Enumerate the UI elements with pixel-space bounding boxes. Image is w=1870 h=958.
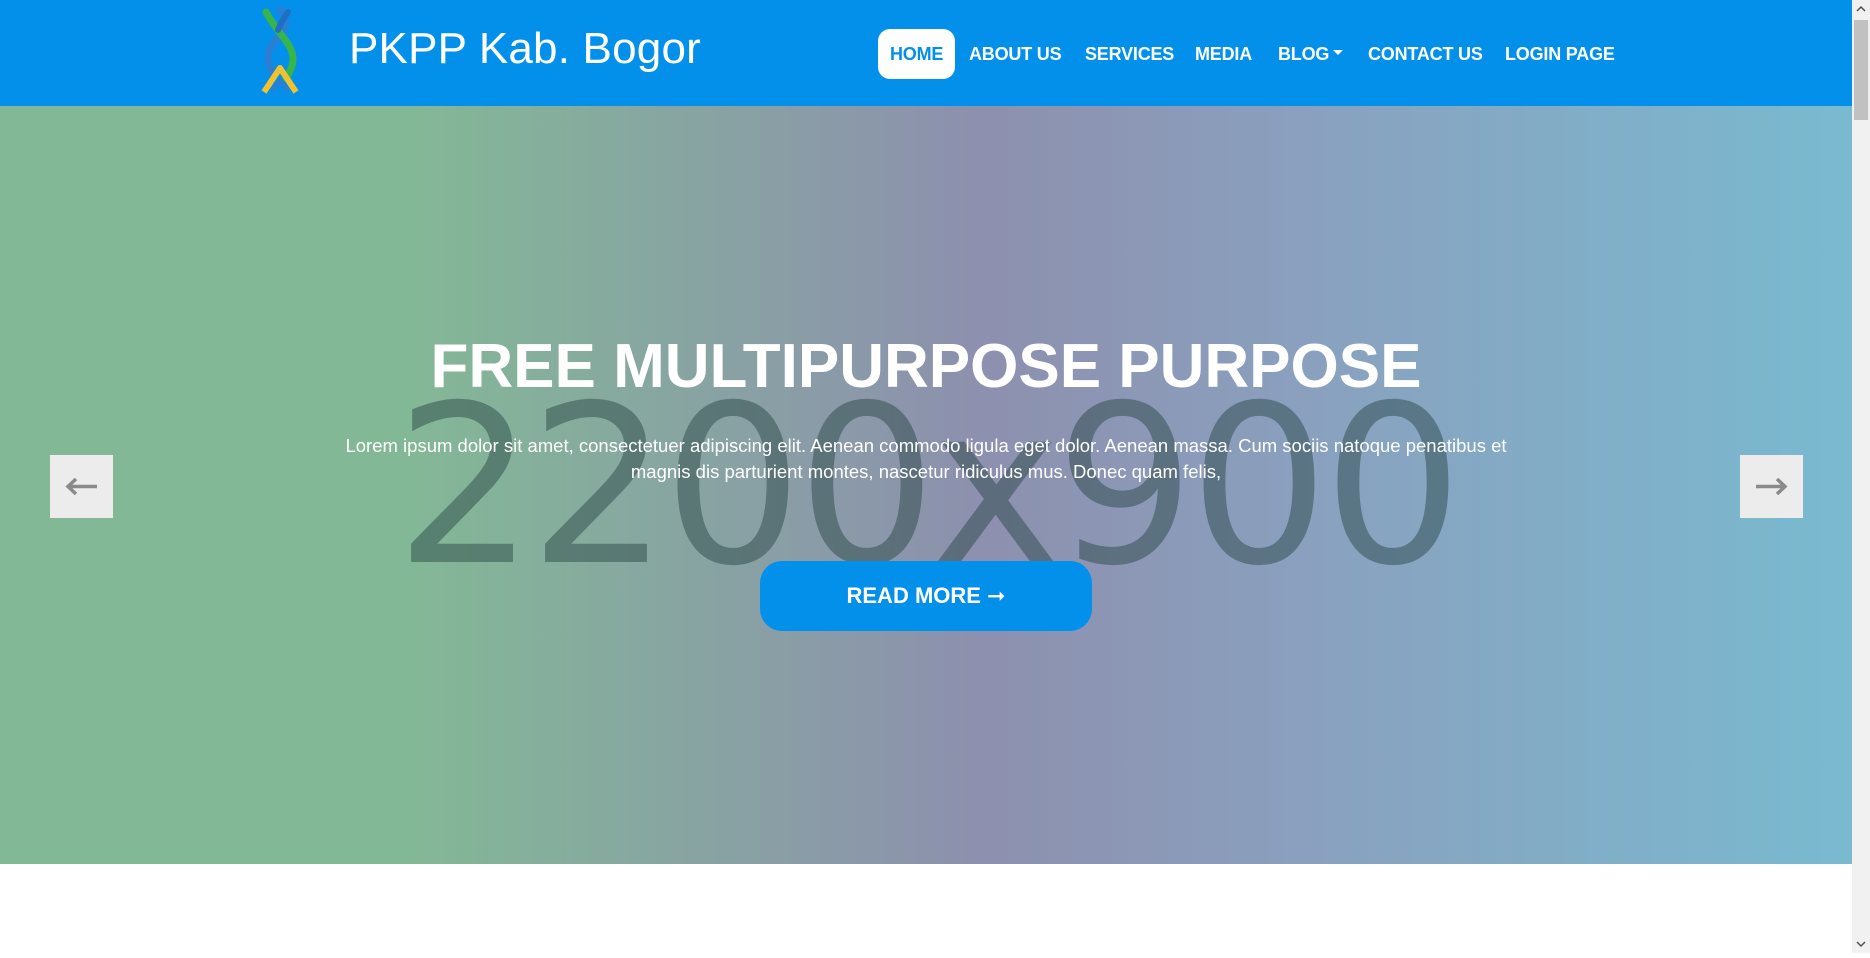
hero-title: FREE MULTIPURPOSE PURPOSE xyxy=(430,332,1422,401)
chevron-up-icon xyxy=(1856,5,1866,12)
pkpp-logo-icon[interactable] xyxy=(258,6,306,96)
hero-description: Lorem ipsum dolor sit amet, consectetuer… xyxy=(345,435,1507,482)
scroll-thumb[interactable] xyxy=(1854,20,1868,120)
brand-title[interactable]: PKPP Kab. Bogor xyxy=(349,24,701,74)
nav-blog[interactable]: BLOG xyxy=(1278,29,1344,79)
nav-blog-label: BLOG xyxy=(1278,44,1330,64)
page: PKPP Kab. Bogor HOME ABOUT US SERVICES M… xyxy=(0,0,1852,953)
nav-contact-us[interactable]: CONTACT US xyxy=(1368,29,1483,79)
chevron-down-icon xyxy=(1856,941,1866,948)
arrow-left-icon xyxy=(65,477,97,496)
carousel-prev-button[interactable] xyxy=(50,455,113,518)
caret-down-icon xyxy=(1333,49,1344,55)
read-more-button[interactable]: READ MORE ➞ xyxy=(760,561,1092,631)
nav-login-page[interactable]: LOGIN PAGE xyxy=(1505,29,1615,79)
hero-carousel: 2200x900 FREE MULTIPURPOSE PURPOSE Lorem… xyxy=(0,106,1852,864)
vertical-scrollbar[interactable] xyxy=(1852,0,1870,953)
nav-about-us[interactable]: ABOUT US xyxy=(969,29,1062,79)
scroll-up-button[interactable] xyxy=(1852,0,1870,17)
nav-services[interactable]: SERVICES xyxy=(1085,29,1174,79)
carousel-next-button[interactable] xyxy=(1740,455,1803,518)
arrow-right-icon xyxy=(1756,477,1788,496)
scroll-down-button[interactable] xyxy=(1852,936,1870,953)
nav-media[interactable]: MEDIA xyxy=(1195,29,1252,79)
navbar: PKPP Kab. Bogor HOME ABOUT US SERVICES M… xyxy=(0,0,1852,106)
nav-home[interactable]: HOME xyxy=(878,29,956,79)
